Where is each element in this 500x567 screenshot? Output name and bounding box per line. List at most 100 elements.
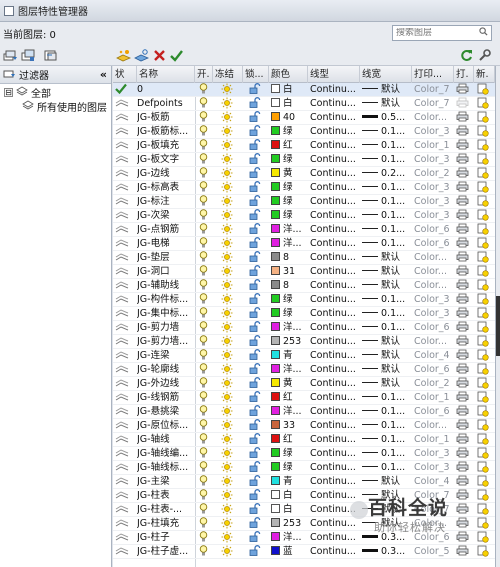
printer-icon[interactable] xyxy=(456,139,472,153)
bulb-on-icon[interactable] xyxy=(199,83,211,97)
unlock-icon[interactable] xyxy=(249,489,263,503)
printer-icon[interactable] xyxy=(456,307,472,321)
unlock-icon[interactable] xyxy=(249,447,263,461)
status-icon[interactable] xyxy=(115,335,135,349)
layer-name[interactable]: JG-边线 xyxy=(137,167,195,181)
layer-name[interactable]: JG-柱表-... xyxy=(137,503,195,517)
layer-name[interactable]: JG-标高表 xyxy=(137,181,195,195)
sun-icon[interactable] xyxy=(221,321,235,335)
state-manager-icon[interactable] xyxy=(42,47,58,63)
layer-linetype[interactable]: Continu... xyxy=(310,153,360,167)
layer-lineweight[interactable]: 0.1... xyxy=(362,433,412,447)
new-vp-freeze-icon[interactable] xyxy=(477,251,493,265)
new-vp-freeze-icon[interactable] xyxy=(477,167,493,181)
layer-linetype[interactable]: Continu... xyxy=(310,139,360,153)
layer-lineweight[interactable]: 0.1... xyxy=(362,195,412,209)
printer-icon[interactable] xyxy=(456,223,472,237)
layer-color[interactable]: 绿 xyxy=(271,209,308,223)
printer-icon[interactable] xyxy=(456,153,472,167)
layer-lineweight[interactable]: 0.1... xyxy=(362,461,412,475)
unlock-icon[interactable] xyxy=(249,531,263,545)
layer-name[interactable]: JG-板文字 xyxy=(137,153,195,167)
layer-color[interactable]: 253 xyxy=(271,517,308,531)
printer-icon[interactable] xyxy=(456,125,472,139)
new-vp-freeze-icon[interactable] xyxy=(477,153,493,167)
unlock-icon[interactable] xyxy=(249,97,263,111)
unlock-icon[interactable] xyxy=(249,111,263,125)
unlock-icon[interactable] xyxy=(249,517,263,531)
bulb-on-icon[interactable] xyxy=(199,97,211,111)
col-plotstyle[interactable]: 打印... xyxy=(412,66,454,83)
bulb-on-icon[interactable] xyxy=(199,167,211,181)
printer-icon[interactable] xyxy=(456,475,472,489)
bulb-on-icon[interactable] xyxy=(199,125,211,139)
sun-icon[interactable] xyxy=(221,251,235,265)
layer-name[interactable]: JG-标注 xyxy=(137,195,195,209)
status-icon[interactable] xyxy=(115,223,135,237)
layer-linetype[interactable]: Continu... xyxy=(310,461,360,475)
layer-linetype[interactable]: Continu... xyxy=(310,335,360,349)
bulb-on-icon[interactable] xyxy=(199,139,211,153)
unlock-icon[interactable] xyxy=(249,195,263,209)
layer-linetype[interactable]: Continu... xyxy=(310,489,360,503)
sun-icon[interactable] xyxy=(221,111,235,125)
sun-icon[interactable] xyxy=(221,531,235,545)
new-vp-freeze-icon[interactable] xyxy=(477,111,493,125)
unlock-icon[interactable] xyxy=(249,377,263,391)
vertical-scrollbar[interactable] xyxy=(495,66,500,567)
layer-color[interactable]: 8 xyxy=(271,279,308,293)
printer-icon[interactable] xyxy=(456,419,472,433)
layer-name[interactable]: JG-外边线 xyxy=(137,377,195,391)
layer-linetype[interactable]: Continu... xyxy=(310,237,360,251)
printer-icon[interactable] xyxy=(456,251,472,265)
new-vp-freeze-icon[interactable] xyxy=(477,531,493,545)
new-filter-icon[interactable] xyxy=(2,47,18,63)
bulb-on-icon[interactable] xyxy=(199,349,211,363)
printer-icon[interactable] xyxy=(456,237,472,251)
layer-linetype[interactable]: Continu... xyxy=(310,293,360,307)
sun-icon[interactable] xyxy=(221,139,235,153)
layer-color[interactable]: 青 xyxy=(271,475,308,489)
new-vp-freeze-icon[interactable] xyxy=(477,405,493,419)
layer-color[interactable]: 31 xyxy=(271,265,308,279)
unlock-icon[interactable] xyxy=(249,167,263,181)
unlock-icon[interactable] xyxy=(249,265,263,279)
layer-name[interactable]: JG-垫层 xyxy=(137,251,195,265)
layer-color[interactable]: 33 xyxy=(271,419,308,433)
layer-linetype[interactable]: Continu... xyxy=(310,167,360,181)
status-icon[interactable] xyxy=(115,405,135,419)
layer-lineweight[interactable]: 默认 xyxy=(362,97,412,111)
layer-color[interactable]: 红 xyxy=(271,139,308,153)
unlock-icon[interactable] xyxy=(249,475,263,489)
bulb-on-icon[interactable] xyxy=(199,307,211,321)
layer-color[interactable]: 洋... xyxy=(271,237,308,251)
bulb-on-icon[interactable] xyxy=(199,545,211,559)
unlock-icon[interactable] xyxy=(249,279,263,293)
layer-linetype[interactable]: Continu... xyxy=(310,517,360,531)
layer-color[interactable]: 洋... xyxy=(271,363,308,377)
layer-linetype[interactable]: Continu... xyxy=(310,447,360,461)
unlock-icon[interactable] xyxy=(249,307,263,321)
new-vp-freeze-icon[interactable] xyxy=(477,125,493,139)
new-vp-freeze-icon[interactable] xyxy=(477,503,493,517)
layer-row[interactable]: JG-标高表 绿 Continu... 0.1... Color_3 xyxy=(113,181,495,195)
layer-name[interactable]: JG-柱子虚... xyxy=(137,545,195,559)
status-icon[interactable] xyxy=(115,531,135,545)
layer-color[interactable]: 绿 xyxy=(271,461,308,475)
layer-name[interactable]: Defpoints xyxy=(137,97,195,111)
layer-row[interactable]: JG-轴线编... 绿 Continu... 0.1... Color_3 xyxy=(113,447,495,461)
layer-name[interactable]: JG-轴线 xyxy=(137,433,195,447)
layer-color[interactable]: 洋... xyxy=(271,405,308,419)
layer-color[interactable]: 绿 xyxy=(271,181,308,195)
unlock-icon[interactable] xyxy=(249,223,263,237)
col-on[interactable]: 开. xyxy=(195,66,213,83)
status-icon[interactable] xyxy=(115,293,135,307)
collapse-pane-button[interactable]: « xyxy=(100,68,107,81)
status-icon[interactable] xyxy=(115,153,135,167)
layer-row[interactable]: JG-轴线标... 绿 Continu... 0.1... Color_3 xyxy=(113,461,495,475)
layer-color[interactable]: 绿 xyxy=(271,293,308,307)
layer-row[interactable]: 0 白 Continu... 默认 Color_7 xyxy=(113,83,495,97)
sun-icon[interactable] xyxy=(221,83,235,97)
status-icon[interactable] xyxy=(115,83,135,97)
unlock-icon[interactable] xyxy=(249,391,263,405)
